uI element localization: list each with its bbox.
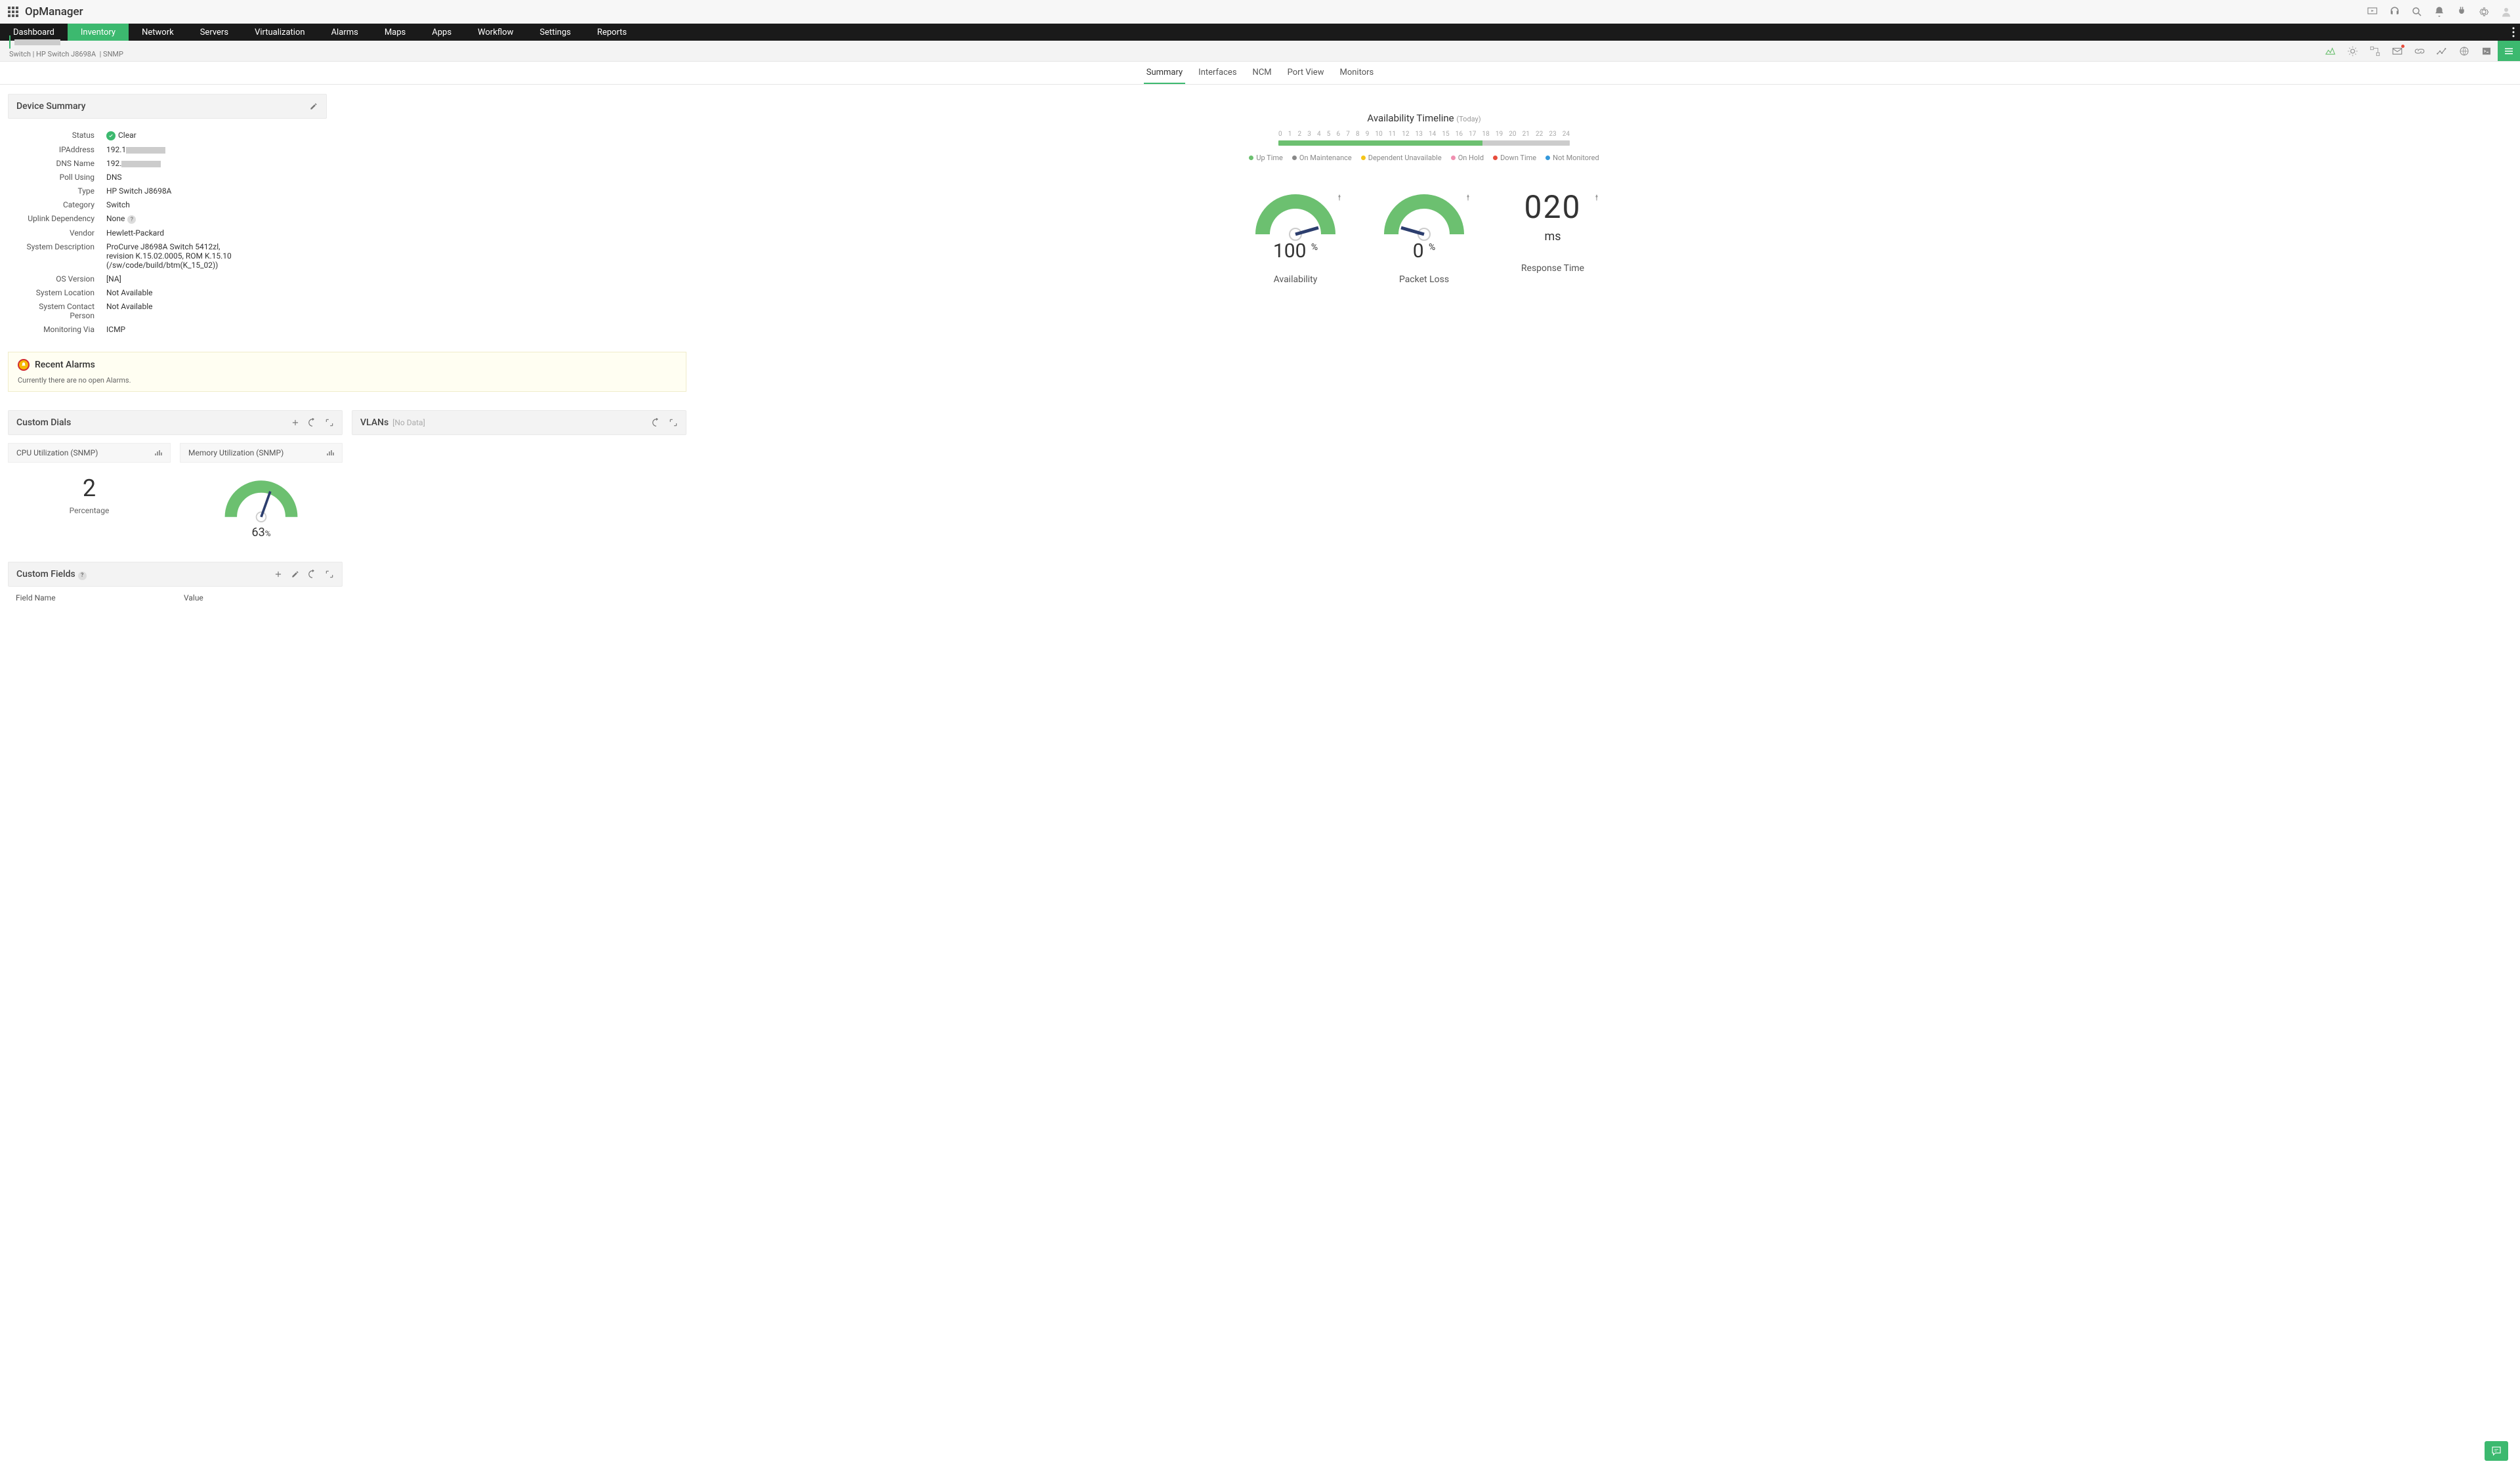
- edit-icon[interactable]: [309, 102, 318, 111]
- pin-icon[interactable]: [1463, 194, 1473, 205]
- menu-icon[interactable]: [2498, 41, 2520, 61]
- add-icon[interactable]: [291, 418, 300, 427]
- terminal-icon[interactable]: [2475, 41, 2498, 61]
- timeline-title: Availability Timeline (Today): [336, 112, 2512, 124]
- nav-settings[interactable]: Settings: [526, 24, 583, 41]
- nav-apps[interactable]: Apps: [419, 24, 465, 41]
- bell-icon[interactable]: [2433, 6, 2445, 18]
- add-icon[interactable]: [274, 570, 283, 579]
- dial-memory[interactable]: Memory Utilization (SNMP): [180, 443, 343, 463]
- help-icon[interactable]: ?: [127, 215, 136, 224]
- pin-icon[interactable]: [1335, 194, 1344, 205]
- bell-alert-icon: [18, 359, 30, 371]
- nav-more-icon[interactable]: [2512, 24, 2515, 41]
- nav-servers[interactable]: Servers: [187, 24, 242, 41]
- apps-icon[interactable]: [8, 7, 18, 17]
- device-name-redacted: [14, 39, 60, 45]
- expand-icon[interactable]: [325, 418, 334, 427]
- device-tabs: Summary Interfaces NCM Port View Monitor…: [0, 62, 2520, 85]
- edit-icon[interactable]: [291, 570, 300, 579]
- bar-icon: [326, 449, 334, 457]
- pin-icon[interactable]: [1592, 194, 1601, 205]
- headset-icon[interactable]: [2389, 6, 2401, 18]
- action-icons: [2319, 41, 2520, 61]
- chat-fab[interactable]: [2485, 1441, 2508, 1461]
- custom-dials-panel: Custom Dials CPU Utilization (SNMP) 2 Pe…: [8, 410, 343, 551]
- col-value: Value: [184, 593, 203, 602]
- main-nav: Dashboard Inventory Network Servers Virt…: [0, 24, 2520, 41]
- tab-interfaces[interactable]: Interfaces: [1196, 68, 1239, 84]
- tab-monitors[interactable]: Monitors: [1337, 68, 1376, 84]
- recent-alarms-panel: Recent Alarms Currently there are no ope…: [8, 352, 686, 392]
- timeline-legend: Up Time On Maintenance Dependent Unavail…: [336, 154, 2512, 162]
- tab-summary[interactable]: Summary: [1144, 68, 1185, 84]
- timeline-axis: 0123456789101112131415161718192021222324: [1278, 131, 1570, 138]
- refresh-icon[interactable]: [308, 570, 317, 579]
- refresh-icon[interactable]: [308, 418, 317, 427]
- refresh-icon[interactable]: [652, 418, 661, 427]
- panel-title: Device Summary: [16, 101, 85, 112]
- chart-icon[interactable]: [2319, 41, 2342, 61]
- help-icon[interactable]: ?: [78, 572, 87, 580]
- link-icon[interactable]: [2408, 41, 2431, 61]
- present-icon[interactable]: [2366, 6, 2378, 18]
- app-logo: OpManager: [25, 5, 83, 18]
- nav-reports[interactable]: Reports: [584, 24, 640, 41]
- col-field-name: Field Name: [16, 593, 184, 602]
- plug-icon[interactable]: [2456, 6, 2468, 18]
- nav-network[interactable]: Network: [129, 24, 187, 41]
- top-bar: OpManager: [0, 0, 2520, 24]
- expand-icon[interactable]: [669, 418, 678, 427]
- mail-icon[interactable]: [2386, 41, 2408, 61]
- gauge-packet-loss: 0 % Packet Loss: [1378, 188, 1470, 285]
- bar-icon: [154, 449, 162, 457]
- user-icon[interactable]: [2500, 6, 2512, 18]
- tab-ncm[interactable]: NCM: [1250, 68, 1274, 84]
- trend-icon[interactable]: [2431, 41, 2453, 61]
- vlans-panel: VLANs[No Data]: [352, 410, 686, 551]
- nav-alarms[interactable]: Alarms: [318, 24, 371, 41]
- workflow-icon[interactable]: [2364, 41, 2386, 61]
- nav-workflow[interactable]: Workflow: [465, 24, 526, 41]
- gear-icon[interactable]: [2478, 6, 2490, 18]
- custom-fields-panel: Custom Fields? Field Name Value: [8, 562, 343, 609]
- availability-panel: Availability Timeline (Today) 0123456789…: [336, 94, 2512, 285]
- sub-header: Switch | HP Switch J8698A | SNMP: [0, 41, 2520, 62]
- device-summary-panel: Device Summary StatusClear IPAddress192.…: [8, 94, 327, 345]
- gauge-response-time: 020 ms Response Time: [1507, 188, 1599, 285]
- nav-virtualization[interactable]: Virtualization: [242, 24, 318, 41]
- expand-icon[interactable]: [325, 570, 334, 579]
- alert-config-icon[interactable]: [2342, 41, 2364, 61]
- tab-port-view[interactable]: Port View: [1285, 68, 1327, 84]
- search-icon[interactable]: [2411, 6, 2423, 18]
- gauge-availability: 100 % Availability: [1250, 188, 1341, 285]
- nav-maps[interactable]: Maps: [371, 24, 419, 41]
- dial-cpu[interactable]: CPU Utilization (SNMP): [8, 443, 171, 463]
- breadcrumb: Switch | HP Switch J8698A | SNMP: [9, 35, 123, 61]
- timeline-bar: [1278, 140, 1570, 146]
- check-icon: [106, 131, 116, 140]
- globe-icon[interactable]: [2453, 41, 2475, 61]
